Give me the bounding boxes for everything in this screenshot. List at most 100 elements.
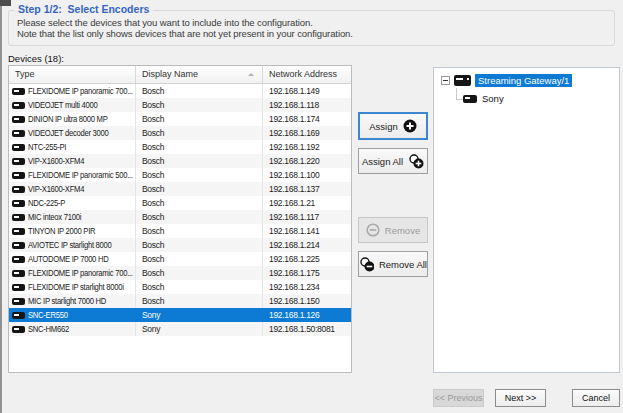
- table-row[interactable]: FLEXIDOME IP panoramic 500...Bosch192.16…: [9, 168, 351, 182]
- device-display-name-cell: Bosch: [136, 238, 263, 252]
- previous-button[interactable]: << Previous: [433, 389, 484, 407]
- table-row[interactable]: VIP-X1600-XFM4Bosch192.168.1.220: [9, 154, 351, 168]
- device-network-address-cell: 192.168.1.150: [263, 294, 351, 308]
- device-display-name-cell: Bosch: [136, 294, 263, 308]
- device-display-name-cell: Sony: [136, 308, 263, 322]
- devices-table: Type Display Name Network Address FLEXID…: [8, 65, 352, 373]
- table-row[interactable]: FLEXIDOME IP panoramic 700...Bosch192.16…: [9, 266, 351, 280]
- device-display-name-cell: Bosch: [136, 224, 263, 238]
- device-network-address-cell: 192.168.1.234: [263, 280, 351, 294]
- device-network-address-cell: 192.168.1.141: [263, 224, 351, 238]
- encoder-icon: [12, 256, 25, 263]
- encoder-icon: [12, 284, 25, 291]
- table-row[interactable]: NTC-255-PIBosch192.168.1.192: [9, 140, 351, 154]
- tree-node-sony[interactable]: Sony: [463, 93, 504, 104]
- table-row[interactable]: TINYON IP 2000 PIRBosch192.168.1.141: [9, 224, 351, 238]
- remove-button[interactable]: Remove: [358, 217, 428, 243]
- device-display-name-cell: Bosch: [136, 112, 263, 126]
- collapse-expander-icon[interactable]: [441, 76, 450, 85]
- device-type-cell: VIDEOJET decoder 3000: [9, 126, 136, 140]
- cancel-button[interactable]: Cancel: [572, 389, 620, 407]
- device-type-cell: AUTODOME IP 7000 HD: [9, 252, 136, 266]
- device-type-cell: DINION IP ultra 8000 MP: [9, 112, 136, 126]
- device-network-address-cell: 192.168.1.21: [263, 196, 351, 210]
- device-type-cell: VIP-X1600-XFM4: [9, 182, 136, 196]
- column-header-display-name[interactable]: Display Name: [136, 66, 263, 83]
- device-display-name-cell: Bosch: [136, 140, 263, 154]
- table-row[interactable]: VIDEOJET decoder 3000Bosch192.168.1.169: [9, 126, 351, 140]
- description-line-1: Please select the devices that you want …: [17, 17, 313, 28]
- encoder-icon: [12, 116, 25, 123]
- device-display-name-cell: Bosch: [136, 210, 263, 224]
- device-type-cell: VIDEOJET multi 4000: [9, 98, 136, 112]
- device-type-cell: SNC-ER550: [9, 308, 136, 322]
- encoder-icon: [12, 326, 25, 333]
- table-row[interactable]: VIP-X1600-XFM4Bosch192.168.1.137: [9, 182, 351, 196]
- devices-table-body: FLEXIDOME IP panoramic 700...Bosch192.16…: [9, 84, 351, 336]
- encoder-icon: [463, 95, 477, 103]
- device-type-cell: AVIOTEC IP starlight 8000: [9, 238, 136, 252]
- device-display-name-cell: Bosch: [136, 98, 263, 112]
- multi-plus-circle-icon: [408, 154, 424, 169]
- encoder-icon: [12, 312, 25, 319]
- device-display-name-cell: Bosch: [136, 266, 263, 280]
- device-display-name-cell: Sony: [136, 322, 263, 336]
- device-type-cell: FLEXIDOME IP panoramic 700...: [9, 84, 136, 98]
- device-network-address-cell: 192.168.1.214: [263, 238, 351, 252]
- assign-button[interactable]: Assign: [358, 112, 428, 140]
- tree-node-streaming-gateway[interactable]: Streaming Gateway/1: [441, 74, 572, 87]
- device-display-name-cell: Bosch: [136, 168, 263, 182]
- tree-child-label: Sony: [480, 93, 504, 104]
- table-row[interactable]: AUTODOME IP 7000 HDBosch192.168.1.225: [9, 252, 351, 266]
- description-line-2: Note that the list only shows devices th…: [17, 28, 353, 39]
- device-type-cell: MIC IP starlight 7000 HD: [9, 294, 136, 308]
- device-type-cell: VIP-X1600-XFM4: [9, 154, 136, 168]
- assigned-devices-tree: Streaming Gateway/1 Sony: [433, 67, 620, 373]
- device-display-name-cell: Bosch: [136, 252, 263, 266]
- minus-circle-icon: [366, 223, 380, 237]
- device-network-address-cell: 192.168.1.50:8081: [263, 322, 351, 336]
- device-network-address-cell: 192.168.1.225: [263, 252, 351, 266]
- encoder-icon: [12, 158, 25, 165]
- window-corner-artifact: [0, 0, 11, 6]
- plus-circle-icon: [403, 119, 417, 133]
- device-type-cell: FLEXIDOME IP panoramic 700...: [9, 266, 136, 280]
- table-row[interactable]: MIC inteox 7100iBosch192.168.1.117: [9, 210, 351, 224]
- device-display-name-cell: Bosch: [136, 126, 263, 140]
- device-type-cell: MIC inteox 7100i: [9, 210, 136, 224]
- device-display-name-cell: Bosch: [136, 196, 263, 210]
- table-row[interactable]: DINION IP ultra 8000 MPBosch192.168.1.17…: [9, 112, 351, 126]
- column-header-network-address[interactable]: Network Address: [263, 66, 351, 83]
- next-button[interactable]: Next >>: [495, 389, 546, 407]
- column-header-type[interactable]: Type: [9, 66, 136, 83]
- encoder-icon: [12, 186, 25, 193]
- device-network-address-cell: 192.168.1.149: [263, 84, 351, 98]
- device-type-cell: SNC-HM662: [9, 322, 136, 336]
- encoder-icon: [12, 298, 25, 305]
- remove-all-button[interactable]: Remove All: [358, 251, 428, 277]
- device-display-name-cell: Bosch: [136, 182, 263, 196]
- device-network-address-cell: 192.168.1.126: [263, 308, 351, 322]
- table-row[interactable]: NDC-225-PBosch192.168.1.21: [9, 196, 351, 210]
- device-display-name-cell: Bosch: [136, 84, 263, 98]
- devices-table-header: Type Display Name Network Address: [9, 66, 351, 84]
- device-network-address-cell: 192.168.1.192: [263, 140, 351, 154]
- encoder-icon: [12, 172, 25, 179]
- device-type-cell: NDC-225-P: [9, 196, 136, 210]
- devices-count-label: Devices (18):: [8, 53, 64, 64]
- encoder-icon: [12, 214, 25, 221]
- table-row[interactable]: VIDEOJET multi 4000Bosch192.168.1.118: [9, 98, 351, 112]
- table-row[interactable]: FLEXIDOME IP panoramic 700...Bosch192.16…: [9, 84, 351, 98]
- device-network-address-cell: 192.168.1.100: [263, 168, 351, 182]
- table-row[interactable]: SNC-ER550Sony192.168.1.126: [9, 308, 351, 322]
- device-type-cell: NTC-255-PI: [9, 140, 136, 154]
- table-row[interactable]: AVIOTEC IP starlight 8000Bosch192.168.1.…: [9, 238, 351, 252]
- table-row[interactable]: SNC-HM662Sony192.168.1.50:8081: [9, 322, 351, 336]
- table-row[interactable]: FLEXIDOME IP starlight 8000iBosch192.168…: [9, 280, 351, 294]
- device-display-name-cell: Bosch: [136, 280, 263, 294]
- assign-all-button[interactable]: Assign All: [358, 148, 428, 174]
- device-network-address-cell: 192.168.1.175: [263, 266, 351, 280]
- encoder-icon: [12, 102, 25, 109]
- table-row[interactable]: MIC IP starlight 7000 HDBosch192.168.1.1…: [9, 294, 351, 308]
- sort-ascending-icon: [248, 73, 254, 76]
